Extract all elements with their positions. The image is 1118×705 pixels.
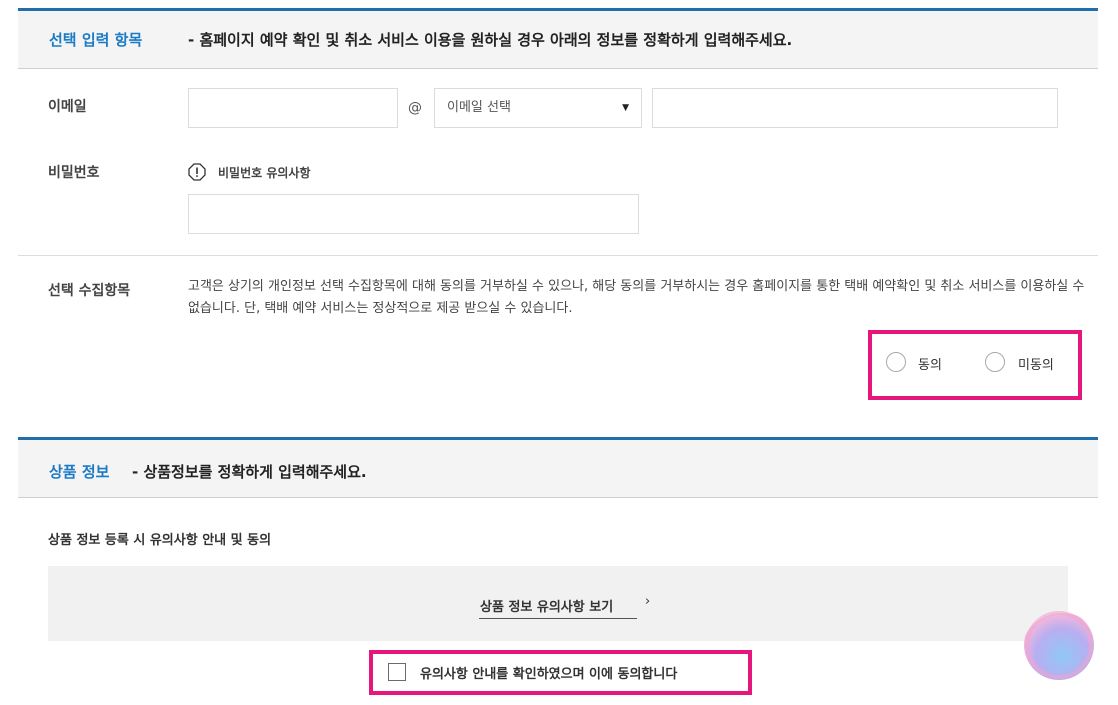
warning-icon[interactable] (188, 163, 206, 181)
product-notice-subtitle: 상품 정보 등록 시 유의사항 안내 및 동의 (48, 533, 272, 548)
section-header-product: 상품 정보 - 상품정보를 정확하게 입력해주세요. (18, 440, 1098, 498)
agree-radio-label[interactable]: 동의 (918, 354, 942, 373)
floating-chat-badge[interactable] (1024, 610, 1094, 680)
section-description: - 상품정보를 정확하게 입력해주세요. (132, 463, 367, 481)
email-domain-select-value: 이메일 선택 (447, 100, 511, 115)
consent-description: 고객은 상기의 개인정보 선택 수집항목에 대해 동의를 거부하실 수 있으나,… (188, 279, 1085, 316)
password-notice-link[interactable]: 비밀번호 유의사항 (218, 164, 311, 181)
email-domain-select[interactable]: 이메일 선택 ▼ (434, 88, 642, 128)
section-header-optional: 선택 입력 항목 - 홈페이지 예약 확인 및 취소 서비스 이용을 원하실 경… (18, 11, 1098, 69)
section-title: 상품 정보 (49, 463, 110, 481)
divider (18, 255, 1098, 256)
email-at-sign: @ (408, 100, 422, 116)
email-local-input[interactable] (188, 88, 398, 128)
disagree-radio-label[interactable]: 미동의 (1018, 354, 1054, 373)
agree-checkbox-label[interactable]: 유의사항 안내를 확인하였으며 이에 동의합니다 (420, 663, 677, 682)
agree-checkbox[interactable] (388, 663, 406, 681)
section-title: 선택 입력 항목 (49, 31, 143, 49)
email-label: 이메일 (48, 99, 87, 115)
password-input[interactable] (188, 194, 639, 234)
caret-down-icon: ▼ (622, 103, 629, 113)
agree-radio[interactable] (886, 352, 906, 372)
view-link-underline (479, 618, 637, 619)
password-label: 비밀번호 (48, 165, 100, 181)
disagree-radio[interactable] (985, 352, 1005, 372)
view-product-notice-link[interactable]: 상품 정보 유의사항 보기 (480, 596, 613, 615)
email-domain-input[interactable] (652, 88, 1058, 128)
optional-collection-label: 선택 수집항목 (48, 283, 131, 299)
chevron-right-icon: › (645, 594, 651, 609)
section-description: - 홈페이지 예약 확인 및 취소 서비스 이용을 원하실 경우 아래의 정보를… (188, 31, 793, 49)
